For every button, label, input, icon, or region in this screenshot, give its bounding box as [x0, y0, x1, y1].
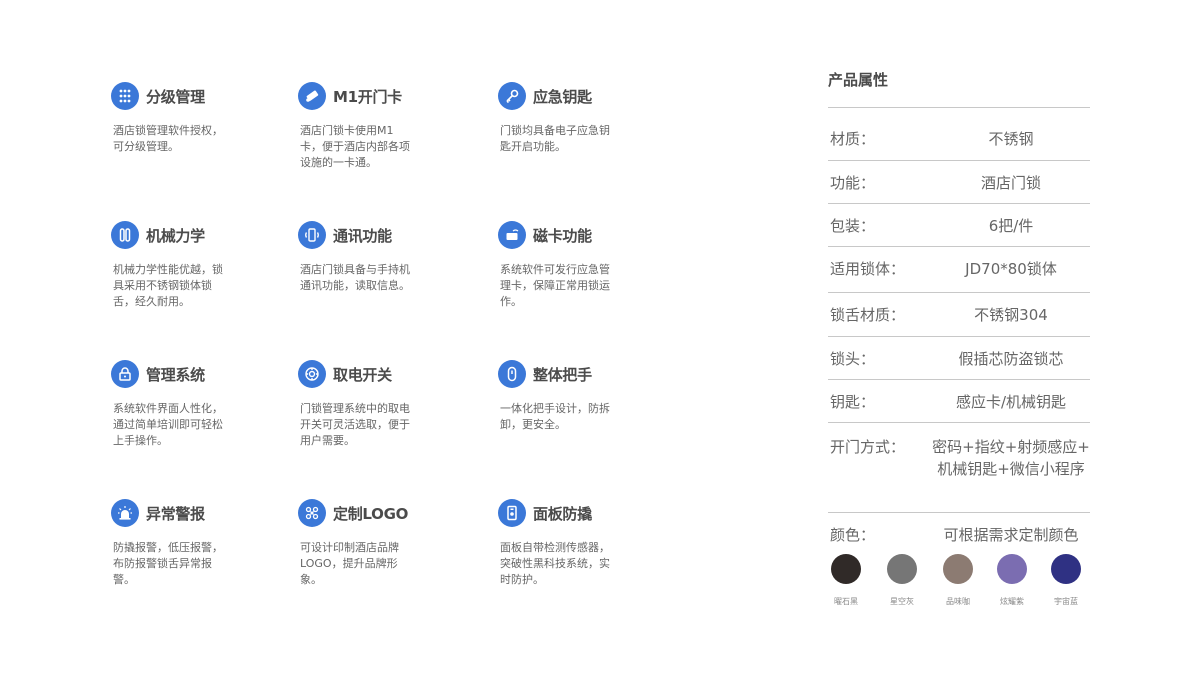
feature-communication: 通讯功能 酒店门锁具备与手持机通讯功能，读取信息。 [298, 220, 468, 294]
feature-integrated-handle: 整体把手 一体化把手设计，防拆卸，更安全。 [498, 359, 668, 433]
card-key-icon [298, 82, 326, 110]
attribute-value: JD70*80锁体 [965, 260, 1057, 278]
feature-tiered-management: 分级管理 酒店锁管理软件授权，可分级管理。 [111, 81, 281, 155]
attribute-row: 颜色： 可根据需求定制颜色 [828, 512, 1090, 550]
swatch-label: 曜石黑 [834, 597, 858, 606]
swatch-label: 星空灰 [890, 597, 914, 606]
attribute-row: 包装： 6把/件 [828, 203, 1090, 247]
color-swatches: 曜石黑 星空灰 品味咖 炫耀紫 宇宙蓝 [830, 554, 1092, 614]
attribute-key: 包装： [830, 217, 876, 235]
power-switch-icon [298, 360, 326, 388]
attribute-row: 开门方式： 密码+指纹+射频感应+ 机械钥匙+微信小程序 [828, 422, 1090, 513]
attribute-value: 6把/件 [988, 217, 1034, 235]
attribute-key: 钥匙： [830, 393, 876, 411]
swatch-dot [831, 554, 861, 584]
feature-title: 应急钥匙 [533, 87, 592, 106]
feature-m1-card: M1开门卡 酒店门锁卡使用M1卡，便于酒店内部各项设施的一卡通。 [298, 81, 468, 171]
attribute-row: 钥匙： 感应卡/机械钥匙 [828, 379, 1090, 423]
feature-desc: 系统软件界面人性化，通过简单培训即可轻松上手操作。 [113, 402, 223, 447]
feature-desc: 系统软件可发行应急管理卡，保障正常用锁运作。 [500, 263, 610, 308]
swatch-dazzling-purple[interactable]: 炫耀紫 [987, 554, 1037, 607]
feature-desc: 门锁管理系统中的取电开关可灵活选取，便于用户需要。 [300, 402, 410, 447]
feature-title: M1开门卡 [333, 87, 402, 106]
panel-icon [498, 499, 526, 527]
attribute-value: 酒店门锁 [980, 174, 1041, 192]
attribute-key: 锁舌材质： [830, 306, 906, 324]
attribute-row: 功能： 酒店门锁 [828, 160, 1090, 204]
feature-title: 管理系统 [146, 365, 205, 384]
attribute-key: 锁头： [830, 350, 876, 368]
feature-title: 分级管理 [146, 87, 205, 106]
attribute-key: 适用锁体： [830, 260, 906, 278]
attribute-row: 锁头： 假插芯防盗锁芯 [828, 336, 1090, 380]
swatch-obsidian-black[interactable]: 曜石黑 [821, 554, 871, 607]
key-icon [498, 82, 526, 110]
feature-desc: 机械力学性能优越，锁具采用不锈钢锁体锁舌，经久耐用。 [113, 263, 223, 308]
alarm-icon [111, 499, 139, 527]
feature-desc: 酒店门锁具备与手持机通讯功能，读取信息。 [300, 263, 410, 292]
feature-title: 异常警报 [146, 504, 205, 523]
swatch-dot [887, 554, 917, 584]
feature-desc: 一体化把手设计，防拆卸，更安全。 [500, 402, 610, 431]
feature-title: 磁卡功能 [533, 226, 592, 245]
magnetic-card-icon [498, 221, 526, 249]
feature-abnormal-alarm: 异常警报 防撬报警，低压报警，布防报警锁舌异常报警。 [111, 498, 281, 588]
feature-emergency-key: 应急钥匙 门锁均具备电子应急钥匙开启功能。 [498, 81, 668, 155]
swatch-starry-gray[interactable]: 星空灰 [877, 554, 927, 607]
feature-mechanics: 机械力学 机械力学性能优越，锁具采用不锈钢锁体锁舌，经久耐用。 [111, 220, 281, 310]
feature-title: 面板防撬 [533, 504, 592, 523]
swatch-label: 炫耀紫 [1000, 597, 1024, 606]
feature-panel-anti-pry: 面板防撬 面板自带检测传感器，突破性黑科技系统，实时防护。 [498, 498, 668, 588]
keypad-icon [111, 82, 139, 110]
attribute-key: 材质： [830, 130, 876, 148]
swatch-cosmic-blue[interactable]: 宇宙蓝 [1041, 554, 1091, 607]
attributes-table: 材质： 不锈钢 功能： 酒店门锁 包装： 6把/件 适用锁体： JD70*80锁… [828, 107, 1090, 627]
feature-magnetic-card: 磁卡功能 系统软件可发行应急管理卡，保障正常用锁运作。 [498, 220, 668, 310]
feature-desc: 可设计印制酒店品牌LOGO，提升品牌形象。 [300, 541, 399, 586]
swatch-label: 品味咖 [946, 597, 970, 606]
logo-custom-icon [298, 499, 326, 527]
swatch-dot [997, 554, 1027, 584]
feature-desc: 门锁均具备电子应急钥匙开启功能。 [500, 124, 610, 153]
feature-management-system: 管理系统 系统软件界面人性化，通过简单培训即可轻松上手操作。 [111, 359, 281, 449]
feature-custom-logo: 定制LOGO 可设计印制酒店品牌LOGO，提升品牌形象。 [298, 498, 468, 588]
swatch-dot [943, 554, 973, 584]
swatch-label: 宇宙蓝 [1054, 597, 1078, 606]
attribute-row: 材质： 不锈钢 [828, 107, 1090, 161]
feature-desc: 酒店锁管理软件授权，可分级管理。 [113, 124, 223, 153]
attribute-row: 适用锁体： JD70*80锁体 [828, 246, 1090, 293]
attribute-value: 密码+指纹+射频感应+ 机械钥匙+微信小程序 [932, 438, 1090, 478]
attribute-key: 功能： [830, 174, 876, 192]
mechanical-icon [111, 221, 139, 249]
attribute-value: 不锈钢304 [974, 306, 1048, 324]
feature-title: 机械力学 [146, 226, 205, 245]
attribute-value: 假插芯防盗锁芯 [958, 350, 1064, 368]
attribute-value: 不锈钢 [988, 130, 1034, 148]
attribute-key: 开门方式： [830, 438, 906, 456]
feature-title: 整体把手 [533, 365, 592, 384]
swatch-taste-coffee[interactable]: 品味咖 [933, 554, 983, 607]
feature-title: 取电开关 [333, 365, 392, 384]
phone-signal-icon [298, 221, 326, 249]
feature-desc: 酒店门锁卡使用M1卡，便于酒店内部各项设施的一卡通。 [300, 124, 410, 169]
attribute-value: 感应卡/机械钥匙 [955, 393, 1067, 411]
attribute-value: 可根据需求定制颜色 [943, 526, 1079, 544]
feature-title: 通讯功能 [333, 226, 392, 245]
feature-desc: 面板自带检测传感器，突破性黑科技系统，实时防护。 [500, 541, 610, 586]
product-attributes: 产品属性 材质： 不锈钢 功能： 酒店门锁 包装： 6把/件 适用锁体： JD7… [828, 62, 1090, 544]
feature-title: 定制LOGO [333, 504, 409, 523]
attribute-key: 颜色： [830, 526, 876, 544]
feature-power-switch: 取电开关 门锁管理系统中的取电开关可灵活选取，便于用户需要。 [298, 359, 468, 449]
attribute-row: 锁舌材质： 不锈钢304 [828, 292, 1090, 337]
attributes-title: 产品属性 [828, 71, 889, 89]
handle-icon [498, 360, 526, 388]
feature-desc: 防撬报警，低压报警，布防报警锁舌异常报警。 [113, 541, 223, 586]
lock-icon [111, 360, 139, 388]
swatch-dot [1051, 554, 1081, 584]
